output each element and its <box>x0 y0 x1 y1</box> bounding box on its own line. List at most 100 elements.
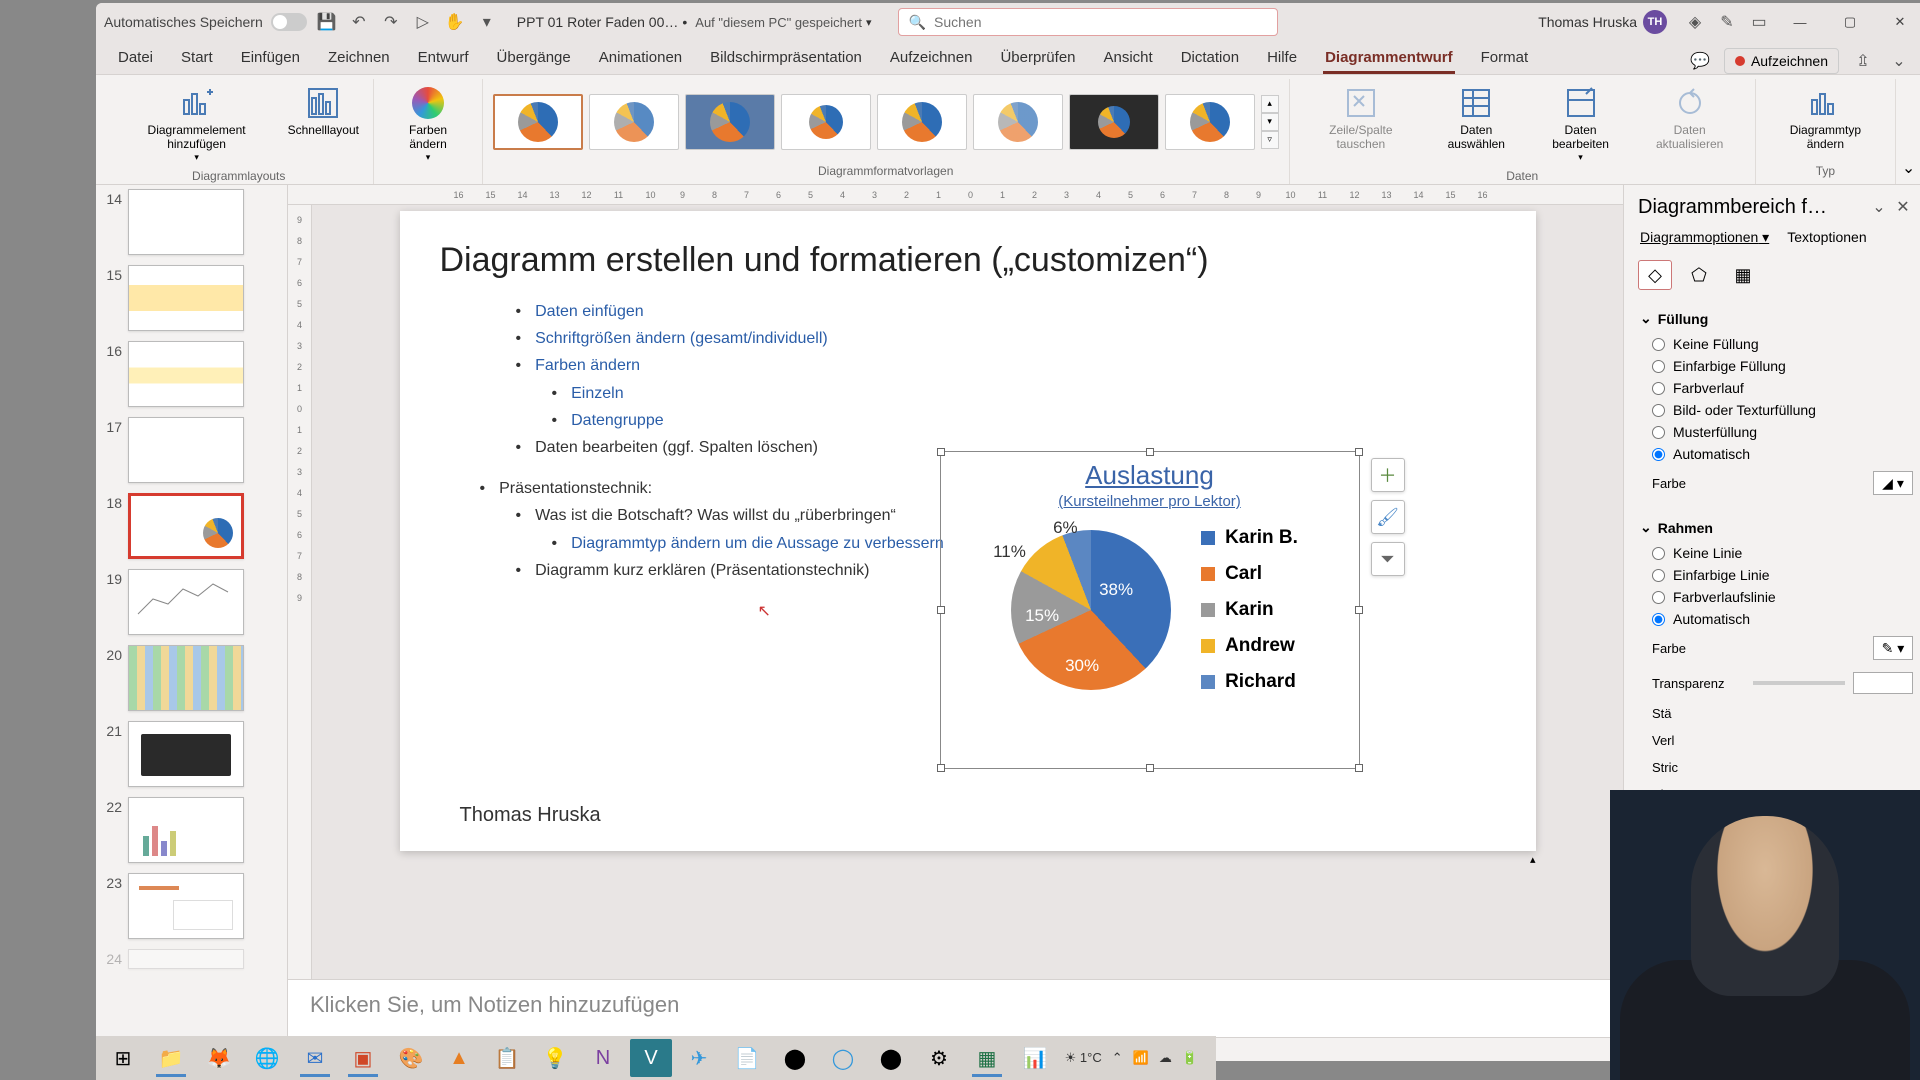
size-tab-icon[interactable]: ▦ <box>1726 260 1760 290</box>
taskbar-explorer[interactable]: 📁 <box>150 1039 192 1077</box>
undo-icon[interactable]: ↶ <box>347 10 371 34</box>
tab-aufzeichnen[interactable]: Aufzeichnen <box>878 43 985 74</box>
resize-handle[interactable] <box>937 764 945 772</box>
slide-title[interactable]: Diagramm erstellen und formatieren („cus… <box>440 241 1496 280</box>
chart-style-2[interactable] <box>589 94 679 150</box>
line-color-picker[interactable]: ✎ ▾ <box>1873 636 1913 660</box>
pie-chart[interactable]: 38% 30% 15% 11% 6% <box>1001 520 1181 700</box>
tray-expand-icon[interactable]: ⌃ <box>1112 1050 1123 1066</box>
resize-handle[interactable] <box>937 448 945 456</box>
transparency-input[interactable] <box>1853 672 1913 694</box>
thumb-14[interactable]: 14 <box>100 189 279 255</box>
tab-hilfe[interactable]: Hilfe <box>1255 43 1309 74</box>
tab-einfuegen[interactable]: Einfügen <box>229 43 312 74</box>
resize-handle[interactable] <box>1355 448 1363 456</box>
fill-line-tab-icon[interactable]: ◇ <box>1638 260 1672 290</box>
chart-styles-button[interactable]: 🖌 <box>1371 500 1405 534</box>
nav-prev-icon[interactable]: ▴ <box>1530 853 1536 866</box>
weather-widget[interactable]: ☀ 1°C <box>1065 1050 1102 1066</box>
chart-style-5[interactable] <box>877 94 967 150</box>
thumb-20[interactable]: 20 <box>100 645 279 711</box>
resize-handle[interactable] <box>1146 764 1154 772</box>
redo-icon[interactable]: ↷ <box>379 10 403 34</box>
window-icon[interactable]: ▭ <box>1747 10 1771 34</box>
fill-color-picker[interactable]: ◢ ▾ <box>1873 471 1913 495</box>
taskbar-app-5[interactable]: ◯ <box>822 1039 864 1077</box>
taskbar-obs[interactable]: ⬤ <box>774 1039 816 1077</box>
pen-icon[interactable]: ✎ <box>1715 10 1739 34</box>
taskbar-app-7[interactable]: 📊 <box>1014 1039 1056 1077</box>
line-none-radio[interactable]: Keine Linie <box>1640 542 1913 564</box>
tab-ueberpruefen[interactable]: Überprüfen <box>988 43 1087 74</box>
user-account[interactable]: Thomas Hruska TH <box>1538 10 1667 34</box>
tab-zeichnen[interactable]: Zeichnen <box>316 43 402 74</box>
format-tab-chart-options[interactable]: Diagrammoptionen ▾ <box>1640 229 1769 246</box>
taskbar-vlc[interactable]: ▲ <box>438 1039 480 1077</box>
transparency-slider[interactable] <box>1753 681 1846 685</box>
fill-auto-radio[interactable]: Automatisch <box>1640 443 1913 465</box>
style-scroll-up[interactable]: ▴ <box>1261 95 1279 113</box>
add-chart-element-button[interactable]: Diagrammelement hinzufügen ▾ <box>114 81 279 167</box>
section-fill[interactable]: ⌄Füllung <box>1640 304 1913 333</box>
chart-legend[interactable]: Karin B. Carl Karin Andrew Richard <box>1201 527 1298 693</box>
touch-mode-icon[interactable]: ✋ <box>443 10 467 34</box>
quick-layout-button[interactable]: Schnelllayout <box>283 81 363 141</box>
thumb-15[interactable]: 15 <box>100 265 279 331</box>
style-scroll-down[interactable]: ▾ <box>1261 113 1279 131</box>
tab-uebergaenge[interactable]: Übergänge <box>485 43 583 74</box>
thumb-18[interactable]: 18 <box>100 493 279 559</box>
fill-none-radio[interactable]: Keine Füllung <box>1640 333 1913 355</box>
section-border[interactable]: ⌄Rahmen <box>1640 513 1913 542</box>
change-colors-button[interactable]: Farben ändern ▾ <box>384 81 471 167</box>
autosave-toggle[interactable]: Automatisches Speichern <box>104 13 307 31</box>
line-gradient-radio[interactable]: Farbverlaufslinie <box>1640 586 1913 608</box>
chart-elements-button[interactable]: ＋ <box>1371 458 1405 492</box>
format-tab-text-options[interactable]: Textoptionen <box>1787 229 1866 246</box>
slide[interactable]: Diagramm erstellen und formatieren („cus… <box>400 211 1536 851</box>
pane-dropdown-icon[interactable]: ⌄ <box>1867 195 1891 219</box>
taskbar-app-v[interactable]: V <box>630 1039 672 1077</box>
select-data-button[interactable]: Daten auswählen <box>1426 81 1527 156</box>
chart-style-6[interactable] <box>973 94 1063 150</box>
change-chart-type-button[interactable]: Diagrammtyp ändern <box>1766 81 1885 156</box>
maximize-button[interactable]: ▢ <box>1829 6 1871 38</box>
tab-diagrammentwurf[interactable]: Diagrammentwurf <box>1313 43 1465 74</box>
resize-handle[interactable] <box>1355 764 1363 772</box>
tab-bildschirm[interactable]: Bildschirmpräsentation <box>698 43 874 74</box>
line-auto-radio[interactable]: Automatisch <box>1640 608 1913 630</box>
taskbar-app-6[interactable]: ⬤ <box>870 1039 912 1077</box>
minimize-button[interactable]: — <box>1779 6 1821 38</box>
search-input[interactable] <box>934 14 1267 30</box>
taskbar-excel[interactable]: ▦ <box>966 1039 1008 1077</box>
chart-style-1[interactable] <box>493 94 583 150</box>
tab-entwurf[interactable]: Entwurf <box>406 43 481 74</box>
diamond-icon[interactable]: ◈ <box>1683 10 1707 34</box>
chart-title[interactable]: Auslastung <box>941 460 1359 491</box>
thumb-16[interactable]: 16 <box>100 341 279 407</box>
chart-style-3[interactable] <box>685 94 775 150</box>
fill-gradient-radio[interactable]: Farbverlauf <box>1640 377 1913 399</box>
thumb-17[interactable]: 17 <box>100 417 279 483</box>
thumb-24[interactable]: 24 <box>100 949 279 969</box>
effects-tab-icon[interactable]: ⬠ <box>1682 260 1716 290</box>
record-button[interactable]: Aufzeichnen <box>1724 48 1839 74</box>
tab-animationen[interactable]: Animationen <box>587 43 694 74</box>
taskbar-powerpoint[interactable]: ▣ <box>342 1039 384 1077</box>
search-box[interactable]: 🔍 <box>898 8 1278 36</box>
taskbar-onenote[interactable]: N <box>582 1039 624 1077</box>
autosave-switch-icon[interactable] <box>271 13 307 31</box>
ribbon-collapse-icon[interactable]: ⌄ <box>1887 49 1911 73</box>
fill-pattern-radio[interactable]: Musterfüllung <box>1640 421 1913 443</box>
start-button[interactable]: ⊞ <box>102 1039 144 1077</box>
chart-subtitle[interactable]: (Kursteilnehmer pro Lektor) <box>941 493 1359 510</box>
comments-icon[interactable]: 💬 <box>1688 49 1712 73</box>
taskbar-app-4[interactable]: 📄 <box>726 1039 768 1077</box>
resize-handle[interactable] <box>1355 606 1363 614</box>
thumb-21[interactable]: 21 <box>100 721 279 787</box>
taskbar-outlook[interactable]: ✉ <box>294 1039 336 1077</box>
chart-object[interactable]: ＋ 🖌 ⏷ Auslastung (Kursteilnehmer pro Lek… <box>940 451 1360 769</box>
tab-datei[interactable]: Datei <box>106 43 165 74</box>
save-icon[interactable]: 💾 <box>315 10 339 34</box>
taskbar-telegram[interactable]: ✈ <box>678 1039 720 1077</box>
chart-filter-button[interactable]: ⏷ <box>1371 542 1405 576</box>
